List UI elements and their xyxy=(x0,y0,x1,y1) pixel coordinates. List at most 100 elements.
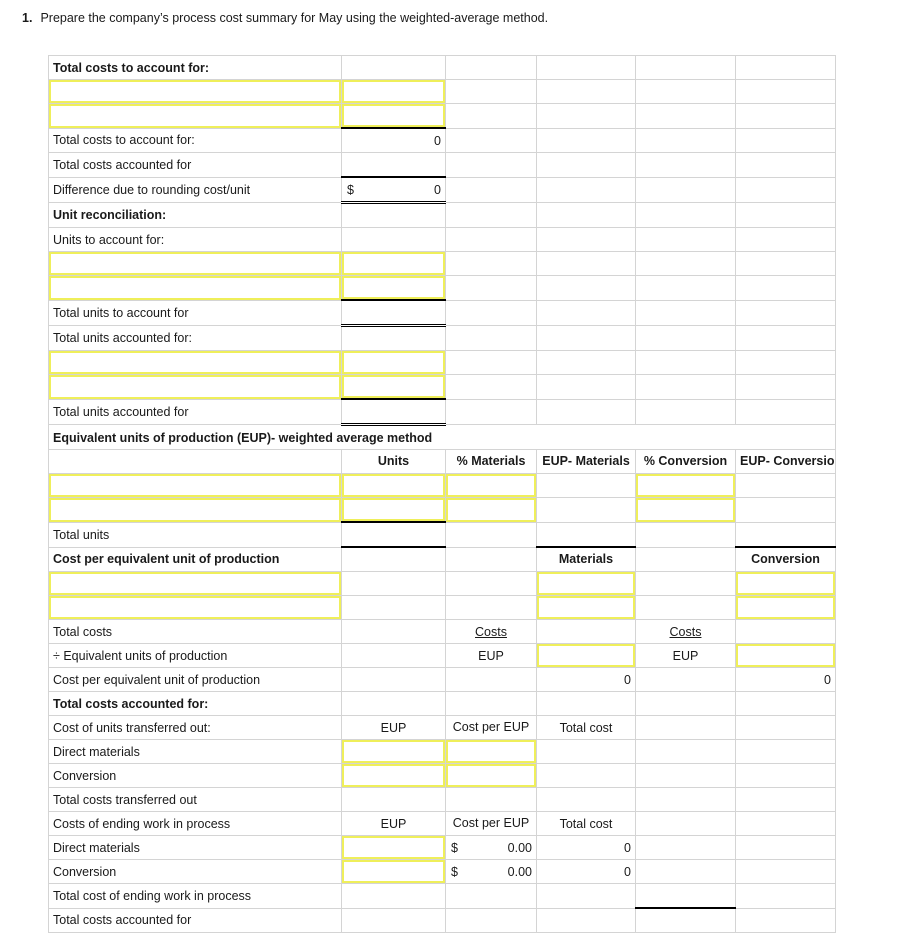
table-row-column-headers: Units % Materials EUP- Materials % Conve… xyxy=(48,449,836,474)
input-eup-row-2-units[interactable] xyxy=(341,497,446,523)
cell-blank xyxy=(445,103,537,129)
input-eup-row-1-label[interactable] xyxy=(48,473,342,498)
input-eup-row-1-pct-materials[interactable] xyxy=(445,473,537,498)
cell-blank xyxy=(635,176,736,203)
input-transferred-conv-eup[interactable] xyxy=(341,763,446,788)
input-eup-divisor-materials[interactable] xyxy=(536,643,636,668)
label-cost-of-units-transferred-out: Cost of units transferred out: xyxy=(48,715,342,740)
input-transferred-conv-cost-per-eup[interactable] xyxy=(445,763,537,788)
input-cost-item-2-label[interactable] xyxy=(48,103,342,129)
input-cost-row-1-materials[interactable] xyxy=(536,571,636,596)
input-units-item-2-amount[interactable] xyxy=(341,275,446,301)
table-row: Cost per equivalent unit of production M… xyxy=(48,546,836,572)
label-transferred-direct-materials: Direct materials xyxy=(48,739,342,764)
label-difference-due-to-rounding: Difference due to rounding cost/unit xyxy=(48,176,342,203)
table-row xyxy=(48,571,836,596)
cell-blank xyxy=(735,251,836,276)
value-difference-due-to-rounding: $ 0 xyxy=(341,176,446,204)
input-transferred-dm-eup[interactable] xyxy=(341,739,446,764)
column-header-conversion: Conversion xyxy=(735,546,836,572)
cell-blank xyxy=(445,55,537,80)
table-row: Total costs to account for: xyxy=(48,55,836,80)
cell-blank xyxy=(536,176,636,203)
section-header-blank xyxy=(445,691,537,716)
input-cost-item-1-amount[interactable] xyxy=(341,79,446,104)
cell-blank xyxy=(445,398,537,425)
cell-blank xyxy=(735,835,836,860)
label-total-units-to-account-for: Total units to account for xyxy=(48,299,342,326)
input-units-item-1-amount[interactable] xyxy=(341,251,446,276)
cell-blank xyxy=(735,275,836,301)
input-eup-row-1-pct-conversion[interactable] xyxy=(635,473,736,498)
input-eup-row-2-pct-materials[interactable] xyxy=(445,497,537,523)
cell-eup-row-1-eup-conversion xyxy=(735,473,836,498)
question-prompt: 1. Prepare the company’s process cost su… xyxy=(0,0,924,25)
input-cost-row-1-label[interactable] xyxy=(48,571,342,596)
column-header-materials: Materials xyxy=(536,546,636,572)
input-eup-divisor-conversion[interactable] xyxy=(735,643,836,668)
input-units-accounted-1-label[interactable] xyxy=(48,350,342,375)
cell-blank xyxy=(536,79,636,104)
cell-blank xyxy=(735,152,836,178)
input-cost-row-1-conversion[interactable] xyxy=(735,571,836,596)
cell-blank xyxy=(635,55,736,80)
input-units-accounted-2-label[interactable] xyxy=(48,374,342,400)
worksheet-table: Total costs to account for: Total costs … xyxy=(48,55,836,933)
difference-amount: 0 xyxy=(434,182,441,197)
input-units-item-2-label[interactable] xyxy=(48,275,342,301)
cell-blank xyxy=(635,787,736,812)
section-header-blank xyxy=(341,546,446,572)
cell-blank xyxy=(735,350,836,375)
input-units-accounted-2-amount[interactable] xyxy=(341,374,446,400)
input-wip-dm-eup[interactable] xyxy=(341,835,446,860)
question-text: Prepare the company’s process cost summa… xyxy=(40,11,549,25)
cell-blank xyxy=(635,835,736,860)
input-cost-row-2-materials[interactable] xyxy=(536,595,636,620)
label-wip-direct-materials: Direct materials xyxy=(48,835,342,860)
value-total-units-to-account-for xyxy=(341,299,446,327)
input-wip-conv-eup[interactable] xyxy=(341,859,446,884)
value-total-eup-conversion xyxy=(735,521,836,548)
section-header-blank xyxy=(735,691,836,716)
cell-blank xyxy=(536,55,636,80)
input-eup-row-1-units[interactable] xyxy=(341,473,446,498)
cell-blank xyxy=(635,811,736,836)
section-header-total-costs-to-account-for: Total costs to account for: xyxy=(48,55,342,80)
table-row: Cost per equivalent unit of production 0… xyxy=(48,667,836,692)
cell-blank xyxy=(445,275,537,301)
cell-eup-row-2-eup-materials xyxy=(536,497,636,523)
inline-header-eup-conversion: EUP xyxy=(635,643,736,668)
inline-header-costs-conversion: Costs xyxy=(635,619,736,644)
input-units-accounted-1-amount[interactable] xyxy=(341,350,446,375)
cell-blank xyxy=(536,374,636,400)
dollar-sign: $ xyxy=(347,182,354,197)
label-units-to-account-for: Units to account for: xyxy=(48,227,342,252)
table-row: Total costs accounted for: xyxy=(48,691,836,716)
cell-blank xyxy=(735,374,836,400)
input-cost-row-2-conversion[interactable] xyxy=(735,595,836,620)
table-row: Total cost of ending work in process xyxy=(48,883,836,909)
input-cost-item-1-label[interactable] xyxy=(48,79,342,104)
inline-header-eup-transferred: EUP xyxy=(341,715,446,740)
column-header-eup-materials: EUP- Materials xyxy=(536,449,636,474)
cell-blank xyxy=(536,251,636,276)
table-row: Total units xyxy=(48,521,836,548)
input-eup-row-2-label[interactable] xyxy=(48,497,342,523)
inline-header-costs-materials: Costs xyxy=(445,619,537,644)
cell-blank xyxy=(635,325,736,351)
table-row: Direct materials $ 0.00 0 xyxy=(48,835,836,860)
input-units-item-1-label[interactable] xyxy=(48,251,342,276)
column-header-units: Units xyxy=(341,449,446,474)
input-cost-row-2-label[interactable] xyxy=(48,595,342,620)
input-eup-row-2-pct-conversion[interactable] xyxy=(635,497,736,523)
label-cost-per-eup: Cost per equivalent unit of production xyxy=(48,667,342,692)
table-row: Total costs transferred out xyxy=(48,787,836,812)
section-header-blank xyxy=(536,691,636,716)
input-transferred-dm-cost-per-eup[interactable] xyxy=(445,739,537,764)
value-cost-per-eup-materials: 0 xyxy=(536,667,636,692)
cell-total-cost-ending-wip xyxy=(536,883,636,909)
dollar-sign: $ xyxy=(451,840,458,855)
cell-blank xyxy=(635,859,736,884)
input-cost-item-2-amount[interactable] xyxy=(341,103,446,129)
cell-blank xyxy=(341,883,446,909)
